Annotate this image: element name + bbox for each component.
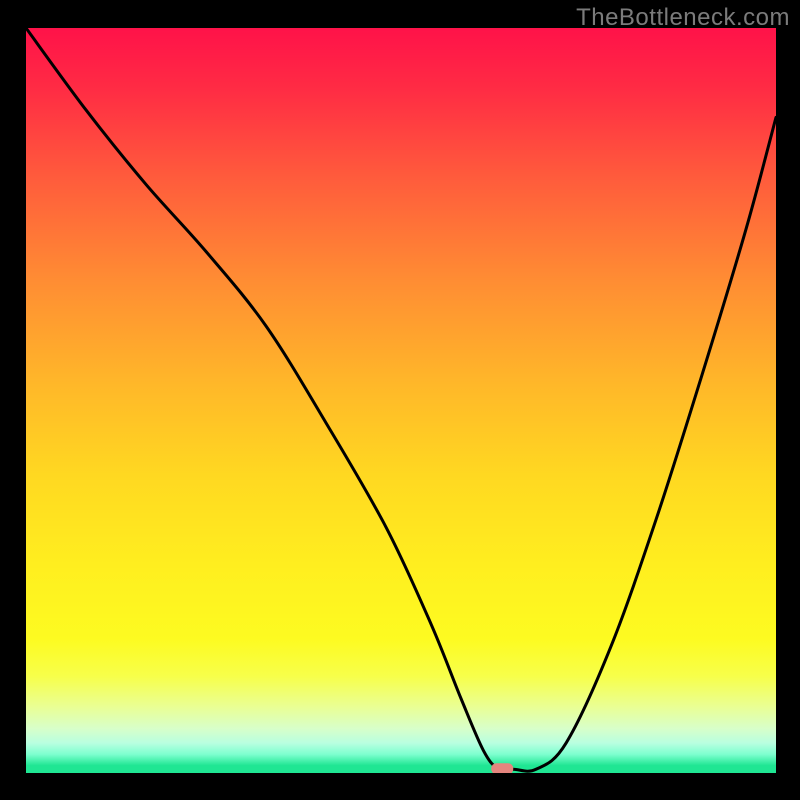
curve-path: [26, 28, 776, 771]
bottleneck-curve: [26, 28, 776, 773]
watermark-text: TheBottleneck.com: [576, 4, 790, 32]
optimal-marker: [491, 763, 513, 773]
plot-area: [26, 28, 776, 773]
chart-frame: TheBottleneck.com: [0, 0, 800, 800]
